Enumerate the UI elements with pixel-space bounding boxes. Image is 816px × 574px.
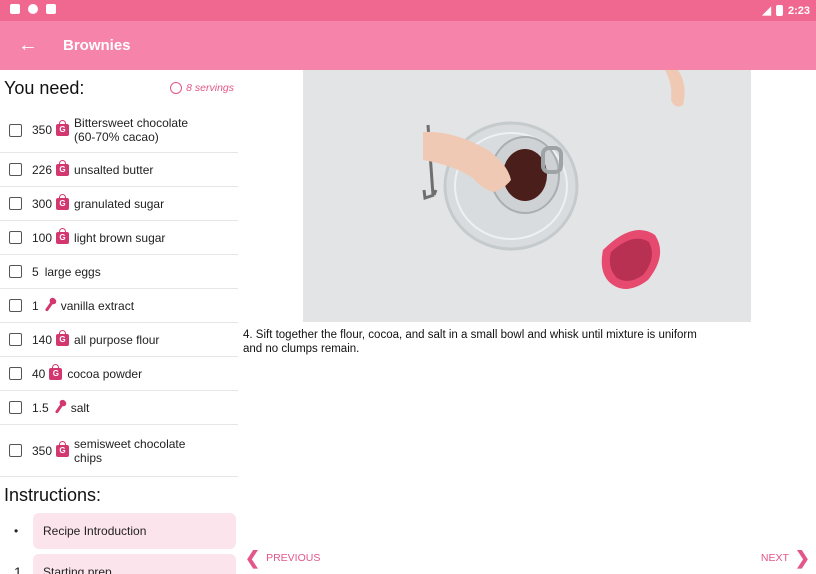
notification-icon: [10, 4, 20, 14]
sync-icon: [28, 4, 38, 14]
step-label: Starting prep: [43, 565, 112, 574]
ingredient-qty: 350: [32, 443, 53, 458]
previous-button[interactable]: ❮ PREVIOUS: [245, 548, 321, 568]
ingredient-checkbox[interactable]: [9, 299, 22, 312]
grams-bag-icon: G: [49, 363, 63, 381]
back-arrow-icon[interactable]: ←: [14, 31, 42, 59]
page-title: Brownies: [63, 37, 131, 54]
ingredient-checkbox[interactable]: [9, 123, 22, 137]
ingredient-name: salt: [70, 400, 90, 415]
ingredient-row[interactable]: 140 G all purpose flour: [0, 323, 238, 357]
servings-label: 8 servings: [186, 82, 234, 94]
ingredient-name: all purpose flour: [74, 332, 160, 347]
ingredient-qty: 1.5: [32, 400, 49, 415]
step-marker: •: [14, 524, 19, 538]
ingredient-checkbox[interactable]: [9, 163, 22, 176]
ingredient-name: cocoa powder: [67, 366, 143, 381]
grams-bag-icon: G: [56, 159, 70, 177]
ingredient-name: vanilla extract: [60, 298, 135, 313]
ingredient-checkbox[interactable]: [9, 401, 22, 414]
ingredient-name: semisweet chocolate chips: [74, 436, 186, 465]
instructions-heading: Instructions:: [4, 485, 102, 505]
ingredient-row[interactable]: 350 G semisweet chocolate chips: [0, 425, 238, 477]
ingredient-qty: 1: [32, 298, 39, 313]
step-video-frame: [303, 70, 751, 322]
step-marker: 1: [14, 564, 22, 574]
status-bar: ◢ 2:23: [0, 0, 816, 21]
teaspoon-icon: [43, 299, 56, 313]
step-video[interactable]: [303, 70, 751, 322]
ingredient-qty: 300: [32, 196, 53, 211]
app-bar: ← Brownies: [0, 21, 816, 70]
next-button[interactable]: NEXT ❯: [760, 548, 810, 568]
ingredient-name: granulated sugar: [74, 196, 165, 211]
ingredient-checkbox[interactable]: [9, 265, 22, 278]
ingredient-qty: 140: [32, 332, 53, 347]
next-label: NEXT: [760, 552, 789, 564]
grams-bag-icon: G: [56, 193, 70, 211]
ingredient-name: light brown sugar: [74, 230, 166, 245]
grams-bag-icon: G: [56, 120, 70, 137]
ingredient-row[interactable]: 350 G Bittersweet chocolate (60-70% caca…: [0, 108, 238, 153]
previous-label: PREVIOUS: [266, 552, 321, 564]
ingredients-panel: You need: 8 servings 350 G Bittersweet c…: [0, 70, 240, 574]
ingredient-checkbox[interactable]: [9, 231, 22, 244]
ingredient-qty: 40: [32, 366, 46, 381]
ingredient-name: Bittersweet chocolate (60-70% cacao): [74, 116, 189, 144]
chevron-left-icon: ❮: [245, 548, 261, 568]
ingredient-name: large eggs: [44, 264, 101, 279]
ingredient-checkbox[interactable]: [9, 197, 22, 210]
servings-selector[interactable]: 8 servings: [170, 82, 234, 94]
ingredient-checkbox[interactable]: [9, 444, 22, 457]
ingredient-row[interactable]: 300 G granulated sugar: [0, 187, 238, 221]
battery-icon: [775, 5, 783, 16]
teaspoon-icon: [53, 401, 66, 415]
status-time: 2:23: [787, 4, 810, 17]
ingredients-heading: You need:: [4, 78, 85, 98]
ingredient-checkbox[interactable]: [9, 367, 22, 380]
step-label: Recipe Introduction: [43, 524, 147, 538]
ingredient-qty: 5: [32, 264, 39, 279]
ingredient-row[interactable]: 40 G cocoa powder: [0, 357, 238, 391]
ingredient-name: unsalted butter: [74, 162, 154, 177]
status-system: ◢ 2:23: [762, 4, 811, 18]
step-description: 4. Sift together the flour, cocoa, and s…: [243, 329, 697, 355]
bag-notification-icon: [46, 4, 56, 14]
signal-icon: ◢: [762, 5, 771, 17]
ingredient-qty: 100: [32, 230, 53, 245]
status-notifications: [10, 4, 56, 14]
grams-bag-icon: G: [56, 227, 70, 245]
grams-bag-icon: G: [56, 440, 70, 458]
ingredient-row[interactable]: 100 G light brown sugar: [0, 221, 238, 255]
ingredient-row[interactable]: 226 G unsalted butter: [0, 153, 238, 187]
grams-bag-icon: G: [56, 329, 70, 347]
ingredient-row[interactable]: 1.5 salt: [0, 391, 238, 425]
ingredient-qty: 226: [32, 162, 53, 177]
step-content: 4. Sift together the flour, cocoa, and s…: [240, 70, 816, 574]
chevron-right-icon: ❯: [794, 548, 810, 568]
ingredient-row[interactable]: 5 large eggs: [0, 255, 238, 289]
ingredient-qty: 350: [32, 123, 53, 137]
step-starting-prep[interactable]: Starting prep: [33, 554, 236, 574]
ingredient-checkbox[interactable]: [9, 333, 22, 346]
servings-icon: [170, 82, 183, 94]
step-recipe-introduction[interactable]: Recipe Introduction: [33, 513, 236, 549]
ingredient-row[interactable]: 1 vanilla extract: [0, 289, 238, 323]
